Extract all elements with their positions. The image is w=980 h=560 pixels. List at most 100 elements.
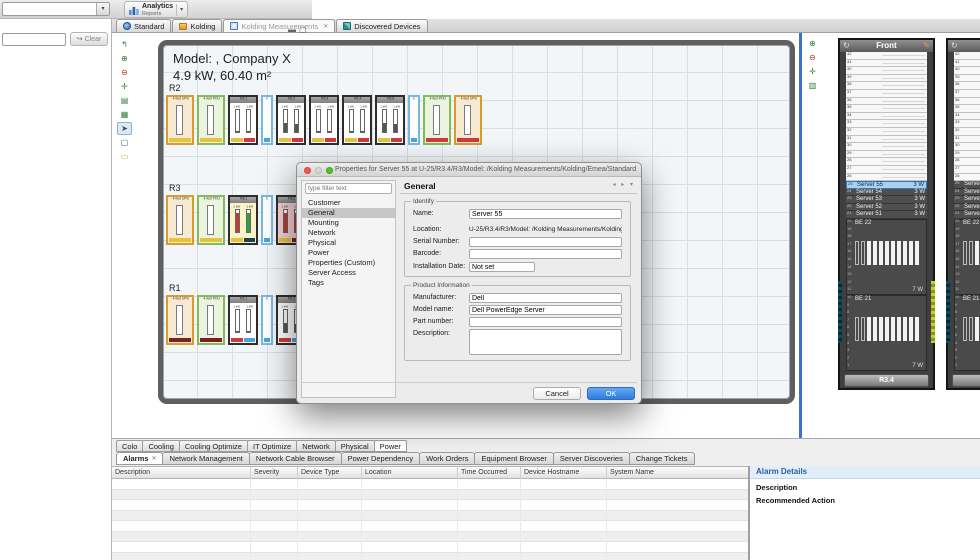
chevron-down-icon[interactable]: ▾ — [176, 4, 183, 16]
floorplan-rack-R3.1[interactable]: R3.11 kW1 kW — [228, 195, 258, 245]
chevron-down-icon[interactable]: ▾ — [96, 3, 109, 15]
floorplan-crac-C[interactable]: C — [261, 95, 273, 145]
field-input[interactable] — [469, 209, 622, 219]
column-header-device-type[interactable]: Device Type — [297, 467, 361, 479]
zoom-out-icon[interactable]: ⊖ — [117, 66, 132, 79]
field-input[interactable] — [469, 262, 535, 272]
column-header-description[interactable]: Description — [112, 467, 250, 479]
view-tab-network-management[interactable]: Network Management — [162, 452, 249, 465]
rack-unit-device[interactable]: 25Server 553 W — [846, 181, 927, 189]
tree-item-physical[interactable]: Physical — [302, 238, 395, 248]
perspective-tab-physical[interactable]: Physical — [335, 440, 375, 452]
tree-item-tags[interactable]: Tags — [302, 278, 395, 288]
rotate-icon[interactable]: ↻ — [951, 40, 958, 52]
floorplan-rack-R2.1[interactable]: R2.11 kW1 kW — [228, 95, 258, 145]
floorplan-ups-4-feet UPS[interactable]: 4-feet UPS — [166, 295, 194, 345]
zoom-window-icon[interactable] — [326, 167, 333, 174]
tab-discovered-devices[interactable]: Discovered Devices — [336, 19, 427, 32]
analytics-button[interactable]: AnalyticsReports ▾ — [124, 1, 188, 18]
perspective-tab-power[interactable]: Power — [374, 440, 407, 452]
tree-item-network[interactable]: Network — [302, 228, 395, 238]
perspective-tab-cooling[interactable]: Cooling — [142, 440, 179, 452]
tab-kolding-measurements[interactable]: Kolding Measurements✕ — [223, 19, 335, 32]
perspective-tab-cooling-optimize[interactable]: Cooling Optimize — [179, 440, 248, 452]
floorplan-ups-4-feet UPS[interactable]: 4-feet UPS — [166, 95, 194, 145]
field-input[interactable] — [469, 305, 622, 315]
select-tool-icon[interactable]: ➤ — [117, 122, 132, 135]
zoom-fit-icon[interactable]: ✛ — [117, 80, 132, 93]
grid-icon[interactable]: ▤ — [117, 94, 132, 107]
floorplan-pdu-4-feet PDU[interactable]: 4-feet PDU — [197, 295, 225, 345]
floorplan-pdu-4-feet PDU[interactable]: 4-feet PDU — [423, 95, 451, 145]
rack-unit-device[interactable]: 25Server 553 W — [954, 181, 980, 189]
clear-button[interactable]: ↪ Clear — [70, 32, 108, 46]
field-textarea[interactable] — [469, 329, 622, 355]
floorplan-pdu-4-feet PDU[interactable]: 4-feet PDU — [197, 95, 225, 145]
close-icon[interactable]: ✕ — [151, 453, 156, 465]
edit-icon[interactable]: ✎ — [923, 40, 930, 52]
floorplan-crac-C[interactable]: C — [261, 195, 273, 245]
back-icon[interactable]: ↰ — [117, 38, 132, 51]
search-input[interactable] — [2, 33, 66, 46]
floorplan-rack-R1.1[interactable]: R1.11 kW1 kW — [228, 295, 258, 345]
grid-icon[interactable]: ▥ — [805, 79, 820, 92]
column-header-location[interactable]: Location — [361, 467, 457, 479]
view-tab-network-cable-browser[interactable]: Network Cable Browser — [249, 452, 342, 465]
tab-standard[interactable]: Standard — [116, 19, 171, 32]
floorplan-rack-R2.3[interactable]: R2.31 kW1 kW — [309, 95, 339, 145]
layers-icon[interactable]: ▦ — [117, 108, 132, 121]
rack-unit-device[interactable]: 21Server 513 W — [846, 211, 927, 219]
floorplan-crac-C[interactable]: C — [261, 295, 273, 345]
view-window-controls[interactable]: ▬▢ — [288, 25, 310, 34]
rotate-icon[interactable]: ↻ — [843, 40, 850, 52]
perspective-combobox[interactable]: ▾ — [2, 2, 110, 16]
ruler-icon[interactable]: ▭ — [117, 150, 132, 163]
floorplan-ups-4-feet UPS[interactable]: 4-feet UPS — [454, 95, 482, 145]
marquee-tool-icon[interactable]: ▢ — [117, 136, 132, 149]
tree-item-mounting[interactable]: Mounting — [302, 218, 395, 228]
column-header-time-occurred[interactable]: Time Occurred — [457, 467, 520, 479]
zoom-out-icon[interactable]: ⊖ — [805, 51, 820, 64]
close-icon[interactable] — [304, 167, 311, 174]
cancel-button[interactable]: Cancel — [533, 387, 581, 400]
rack-elevation-2[interactable]: ↻✎BE 227 WBE 217 W4241403938373635343332… — [946, 38, 980, 390]
view-tab-server-discoveries[interactable]: Server Discoveries — [553, 452, 630, 465]
field-input[interactable] — [469, 237, 622, 247]
zoom-fit-icon[interactable]: ✛ — [805, 65, 820, 78]
maximize-icon[interactable]: ▢ — [299, 25, 310, 34]
view-tab-equipment-browser[interactable]: Equipment Browser — [474, 452, 553, 465]
view-tab-work-orders[interactable]: Work Orders — [419, 452, 475, 465]
rack-unit-device[interactable]: 23Server 533 W — [954, 196, 980, 204]
rack-unit-device[interactable]: 23Server 533 W — [846, 196, 927, 204]
rack-unit-device[interactable]: 24Server 543 W — [846, 189, 927, 197]
rack-elevation-1[interactable]: ↻Front✎BE 227 WBE 217 W42414039383736353… — [838, 38, 935, 390]
view-tab-change-tickets[interactable]: Change Tickets — [629, 452, 695, 465]
ok-button[interactable]: OK — [587, 387, 635, 400]
perspective-tab-network[interactable]: Network — [296, 440, 336, 452]
tree-item-customer[interactable]: Customer — [302, 198, 395, 208]
floorplan-ups-4-feet UPS[interactable]: 4-feet UPS — [166, 195, 194, 245]
floorplan-rack-R2.4[interactable]: R2.41 kW1 kW — [342, 95, 372, 145]
tab-kolding[interactable]: Kolding — [172, 19, 222, 32]
rack-unit-device[interactable]: 21Server 513 W — [954, 211, 980, 219]
rack-unit-device[interactable]: 22Server 523 W — [846, 204, 927, 212]
column-header-system-name[interactable]: System Name — [606, 467, 748, 479]
perspective-tab-it-optimize[interactable]: IT Optimize — [247, 440, 297, 452]
minimize-icon[interactable]: ▬ — [288, 25, 299, 34]
field-input[interactable] — [469, 249, 622, 259]
tree-item-properties-custom-[interactable]: Properties (Custom) — [302, 258, 395, 268]
field-input[interactable] — [469, 317, 622, 327]
minimize-icon[interactable] — [315, 167, 322, 174]
tree-item-power[interactable]: Power — [302, 248, 395, 258]
column-header-severity[interactable]: Severity — [250, 467, 297, 479]
floorplan-rack-R2.5[interactable]: R2.51 kW1 kW — [375, 95, 405, 145]
column-header-device-hostname[interactable]: Device Hostname — [520, 467, 606, 479]
floorplan-crac-C[interactable]: C — [408, 95, 420, 145]
floorplan-pdu-4-feet PDU[interactable]: 4-feet PDU — [197, 195, 225, 245]
category-filter-input[interactable] — [305, 183, 392, 194]
field-input[interactable] — [469, 293, 622, 303]
close-icon[interactable]: ✕ — [321, 23, 328, 30]
section-nav-icons[interactable]: ◂ ▸ ▾ — [613, 181, 635, 188]
tree-item-general[interactable]: General — [302, 208, 395, 218]
zoom-in-icon[interactable]: ⊕ — [805, 37, 820, 50]
